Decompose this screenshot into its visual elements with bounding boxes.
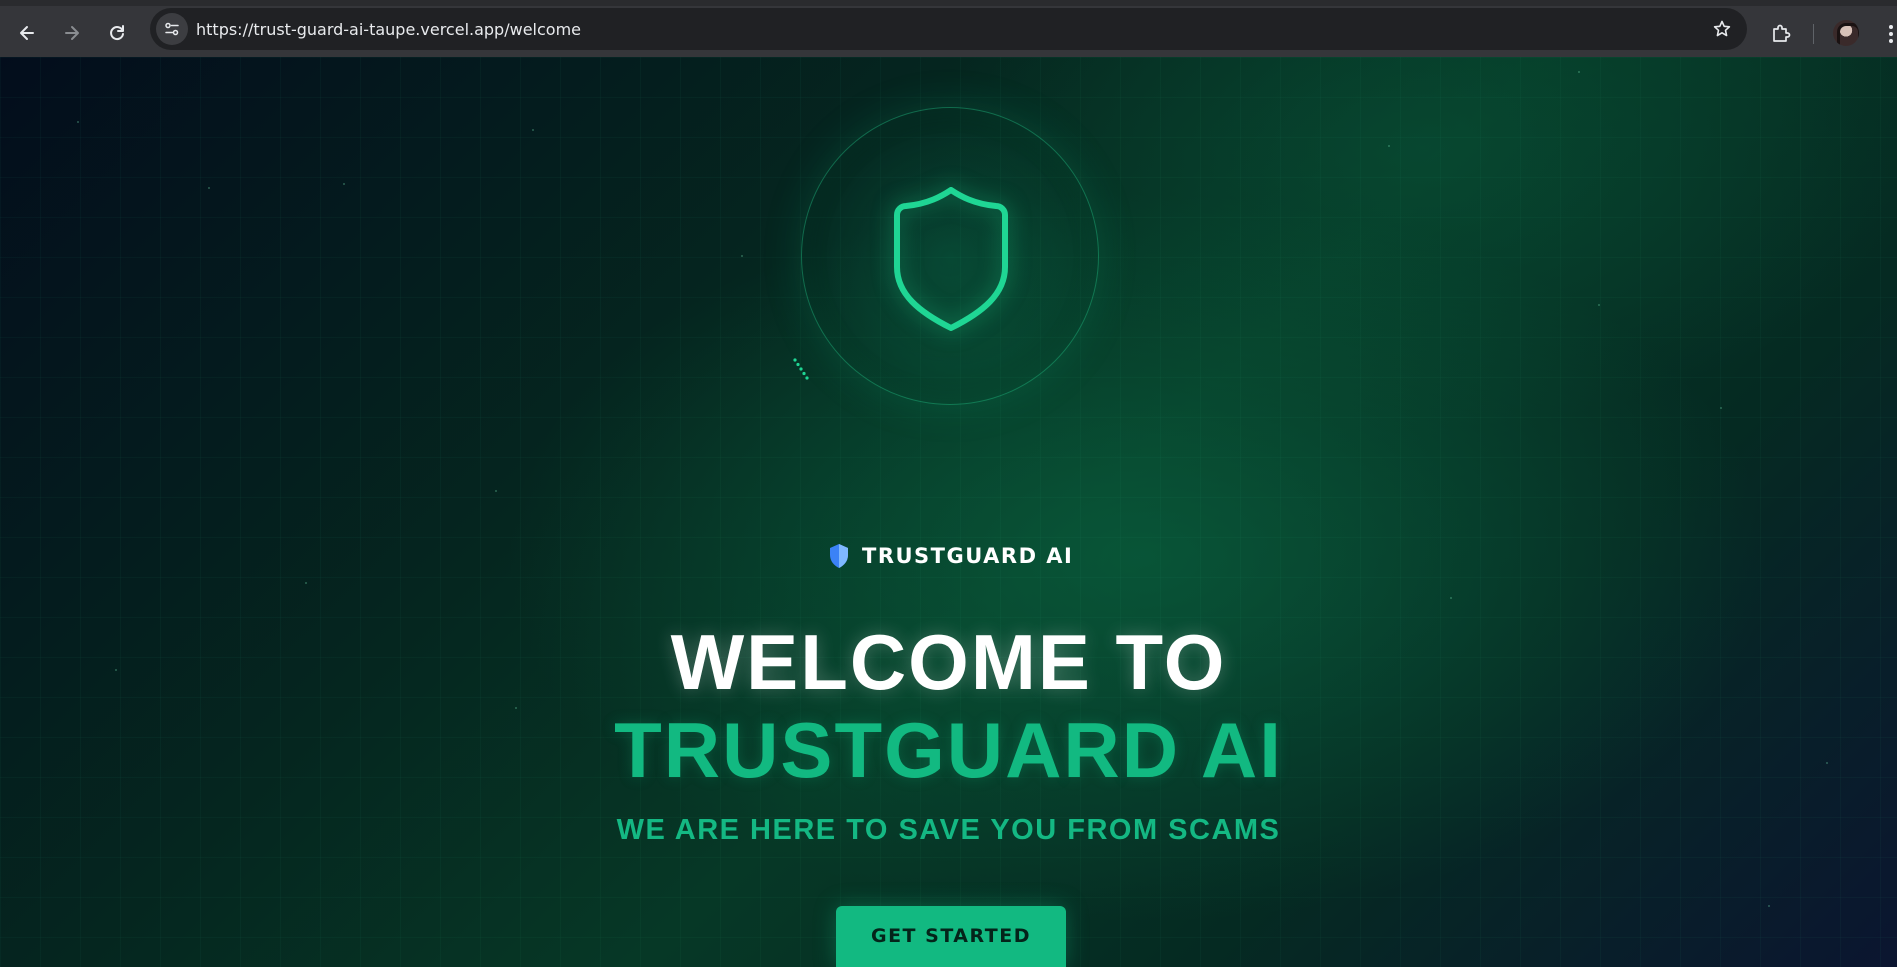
background-particle [1768,905,1770,907]
welcome-page: TRUSTGUARD AI WELCOME TO TRUSTGUARD AI W… [0,57,1897,967]
site-info-button[interactable] [156,13,188,45]
background-particle [495,490,497,492]
scan-dots-icon [793,358,809,380]
forward-button[interactable] [55,16,89,50]
background-particle [305,582,307,584]
toolbar-divider [1813,24,1814,44]
puzzle-icon [1773,24,1791,42]
headline-welcome: WELCOME TO [670,618,1227,706]
background-particle [532,129,534,131]
background-particle [208,187,210,189]
background-particle [1578,71,1580,73]
profile-avatar[interactable] [1833,20,1859,46]
background-particle [1598,304,1600,306]
arrow-right-icon [65,26,79,40]
background-particle [1450,597,1452,599]
browser-toolbar: https://trust-guard-ai-taupe.vercel.app/… [0,0,1897,57]
url-text[interactable]: https://trust-guard-ai-taupe.vercel.app/… [196,20,581,39]
tagline: WE ARE HERE TO SAVE YOU FROM SCAMS [616,814,1281,846]
background-particle [77,121,79,123]
background-particle [1388,145,1390,147]
brand-lockup: TRUSTGUARD AI [828,541,1073,571]
reload-button[interactable] [100,16,134,50]
address-bar[interactable]: https://trust-guard-ai-taupe.vercel.app/… [150,8,1747,50]
background-particle [741,255,743,257]
arrow-left-icon [20,26,34,40]
shield-icon [894,187,1008,331]
back-button[interactable] [10,16,44,50]
star-icon [1713,20,1731,37]
background-particle [343,183,345,185]
shield-badge-icon [830,544,848,568]
kebab-menu-icon[interactable] [1884,20,1897,48]
brand-name: TRUSTGUARD AI [862,544,1074,568]
reload-icon [110,25,124,41]
tune-icon [165,22,179,36]
extensions-button[interactable] [1766,18,1796,48]
background-particle [1720,407,1722,409]
headline-brand: TRUSTGUARD AI [614,706,1283,794]
get-started-button[interactable]: GET STARTED [836,906,1066,967]
bookmark-button[interactable] [1709,16,1735,42]
